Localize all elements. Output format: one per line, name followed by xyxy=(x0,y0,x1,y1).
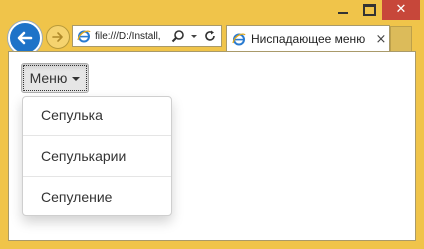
minimize-button[interactable] xyxy=(330,0,356,20)
new-tab-button[interactable] xyxy=(390,26,412,52)
dropdown-item[interactable]: Сепулькарии xyxy=(23,138,171,174)
dropdown-item[interactable]: Сепулька xyxy=(23,97,171,133)
back-arrow-icon xyxy=(17,31,33,45)
address-dropdown-button[interactable] xyxy=(189,31,199,41)
back-button[interactable] xyxy=(8,21,42,55)
maximize-button[interactable] xyxy=(356,0,382,20)
tab-close-icon[interactable]: × xyxy=(373,32,389,47)
caret-down-icon xyxy=(72,77,81,81)
menu-button-label: Меню xyxy=(29,70,68,86)
address-url[interactable]: file:///D:/Install, xyxy=(95,31,167,42)
tab-title: Ниспадающее меню xyxy=(251,32,366,46)
dropdown-divider xyxy=(23,176,171,177)
menu-dropdown-button[interactable]: Меню xyxy=(21,63,89,93)
refresh-button[interactable] xyxy=(203,29,217,43)
forward-button[interactable] xyxy=(46,25,70,49)
ie-logo-icon xyxy=(232,33,246,46)
close-window-button[interactable]: ✕ xyxy=(382,0,420,20)
dropdown-item[interactable]: Сепуление xyxy=(23,179,171,215)
close-icon: ✕ xyxy=(395,2,407,17)
maximize-icon xyxy=(362,4,376,16)
minimize-icon xyxy=(338,12,348,14)
dropdown-divider xyxy=(23,135,171,136)
chevron-down-icon xyxy=(191,35,197,38)
search-button[interactable] xyxy=(171,29,185,43)
page-content: Меню Сепулька Сепулькарии Сепуление xyxy=(8,51,416,241)
refresh-icon xyxy=(205,30,215,41)
browser-tab[interactable]: Ниспадающее меню × xyxy=(226,25,390,52)
search-icon xyxy=(171,30,184,43)
ie-logo-icon xyxy=(77,30,91,43)
dropdown-menu: Сепулька Сепулькарии Сепуление xyxy=(22,96,172,216)
address-bar[interactable]: file:///D:/Install, xyxy=(72,25,222,47)
forward-arrow-icon xyxy=(52,32,63,42)
